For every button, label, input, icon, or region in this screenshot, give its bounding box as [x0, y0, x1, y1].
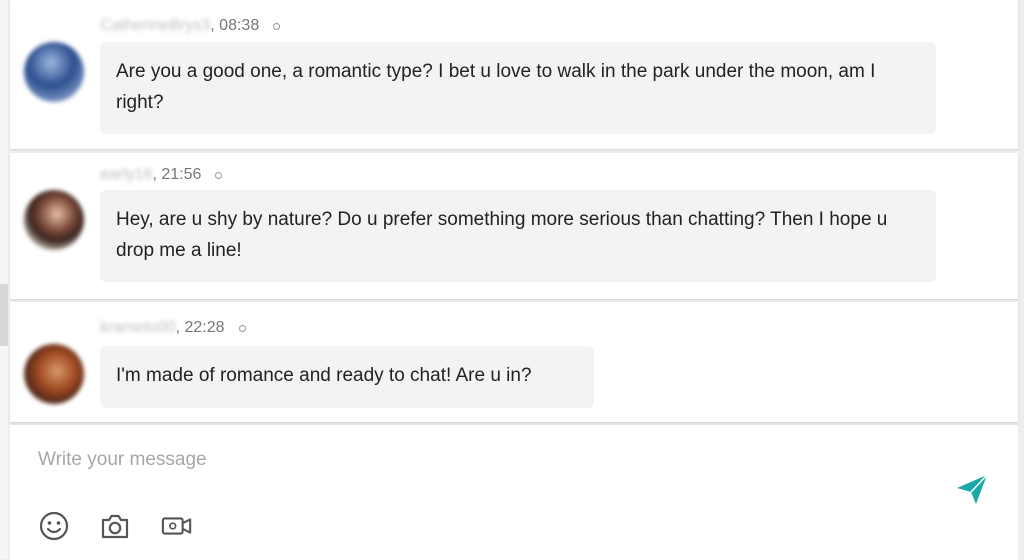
message-input[interactable] — [36, 443, 940, 477]
camera-button[interactable] — [99, 511, 131, 541]
sender-name[interactable]: CatherineBrys3 — [100, 17, 210, 35]
message-card: early16, 21:56 Hey, are u shy by nature?… — [10, 153, 1018, 299]
message-bubble: Are you a good one, a romantic type? I b… — [100, 42, 936, 134]
sender-name[interactable]: early16 — [100, 166, 152, 184]
message-bubble: I'm made of romance and ready to chat! A… — [100, 346, 594, 408]
video-icon — [161, 517, 192, 535]
message-card: CatherineBrys3, 08:38 Are you a good one… — [10, 0, 1018, 149]
message-time: 08:38 — [219, 17, 260, 34]
message-meta: CatherineBrys3, 08:38 — [100, 17, 281, 35]
status-dot-icon — [273, 22, 281, 30]
camera-icon — [101, 514, 129, 539]
message-card: krameto00, 22:28 I'm made of romance and… — [10, 302, 1018, 422]
emoji-icon — [39, 511, 69, 541]
message-text: I'm made of romance and ready to chat! A… — [116, 365, 532, 386]
message-meta: early16, 21:56 — [100, 166, 223, 184]
video-button[interactable] — [161, 511, 193, 541]
status-dot-icon — [238, 324, 246, 332]
avatar[interactable] — [24, 190, 84, 250]
avatar[interactable] — [24, 42, 84, 102]
message-composer — [10, 424, 1018, 560]
message-bubble: Hey, are u shy by nature? Do u prefer so… — [100, 190, 936, 282]
message-text: Are you a good one, a romantic type? I b… — [116, 61, 876, 113]
avatar[interactable] — [24, 344, 84, 404]
left-edge-strip — [0, 0, 8, 559]
status-dot-icon — [215, 171, 223, 179]
left-scroll-tab[interactable] — [0, 284, 8, 346]
send-button[interactable] — [954, 471, 990, 507]
sender-name[interactable]: krameto00 — [100, 319, 176, 337]
message-meta: krameto00, 22:28 — [100, 319, 246, 337]
emoji-button[interactable] — [38, 511, 70, 541]
send-icon — [957, 474, 988, 504]
message-text: Hey, are u shy by nature? Do u prefer so… — [116, 209, 888, 261]
message-time: 21:56 — [161, 166, 202, 183]
message-time: 22:28 — [184, 319, 225, 336]
